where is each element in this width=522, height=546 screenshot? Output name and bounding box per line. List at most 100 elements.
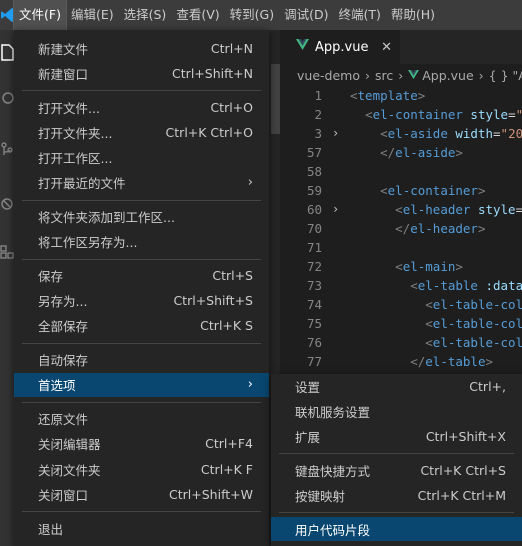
menu-item-shortcut: Ctrl+Shift+S [173, 293, 253, 309]
menu-item[interactable]: 全部保存 Ctrl+K S [14, 314, 269, 338]
code-text: <el-table :data [410, 278, 522, 293]
menu-item[interactable]: 将工作区另存为... [14, 230, 269, 254]
search-icon[interactable] [0, 88, 14, 112]
code-line: 57 </el-aside> [280, 143, 522, 162]
menu-item[interactable]: 关闭窗口 Ctrl+Shift+W [14, 482, 269, 506]
code-line: 74 <el-table-col [280, 295, 522, 314]
menu-scrollbar[interactable] [271, 64, 280, 134]
menu-item[interactable]: 按键映射 Ctrl+K Ctrl+M [271, 483, 522, 507]
menubar-item[interactable]: 查看(V) [171, 0, 224, 30]
line-number: 72 [306, 259, 322, 274]
menu-item[interactable]: 另存为... Ctrl+Shift+S [14, 289, 269, 313]
fold-chevron-icon[interactable]: › [332, 124, 342, 143]
activity-bar [0, 30, 14, 546]
line-number: 75 [306, 316, 322, 331]
breadcrumb-item[interactable]: src [375, 68, 393, 83]
code-text: <el-container> [380, 183, 486, 198]
line-number: 74 [306, 297, 322, 312]
menu-item-shortcut: Ctrl+S [212, 267, 253, 283]
fold-chevron-icon[interactable]: › [332, 200, 342, 219]
file-menu: 新建文件 Ctrl+N 新建窗口 Ctrl+Shift+N 打开文件... Ctrl+O 打… [14, 30, 269, 546]
menu-item-shortcut: Ctrl+, [469, 378, 506, 394]
menu-item-label: 保存 [38, 268, 64, 284]
menu-separator [22, 90, 261, 92]
vscode-logo-icon [0, 0, 14, 30]
line-number: 76 [306, 335, 322, 350]
menu-item[interactable]: 关闭编辑器 Ctrl+F4 [14, 432, 269, 456]
breadcrumb-item[interactable]: vue-demo [297, 68, 360, 83]
menu-item[interactable]: 联机服务设置 [271, 399, 522, 423]
menu-item-label: 设置 [295, 379, 321, 395]
breadcrumb-item[interactable]: App.vue [422, 68, 473, 83]
menu-item[interactable]: 设置 Ctrl+, [271, 374, 522, 398]
code-line: 77 </el-table> [280, 352, 522, 371]
menu-item-label: 打开工作区... [38, 150, 113, 166]
line-number: 77 [306, 354, 322, 369]
menu-item[interactable]: 自动保存 [14, 348, 269, 372]
menu-item-label: 自动保存 [38, 353, 89, 369]
code-line: 70 </el-header> [280, 219, 522, 238]
menu-item[interactable]: 新建窗口 Ctrl+Shift+N [14, 61, 269, 85]
menu-item[interactable]: 键盘快捷方式 Ctrl+K Ctrl+S [271, 458, 522, 482]
debug-icon[interactable] [0, 192, 14, 216]
menu-item-label: 按键映射 [295, 488, 346, 504]
menubar-item[interactable]: 编辑(E) [66, 0, 119, 30]
menu-item[interactable]: 打开最近的文件 › [14, 171, 269, 195]
line-number: 59 [306, 183, 322, 198]
menu-item-label: 将工作区另存为... [38, 235, 138, 251]
menu-item-label: 另存为... [38, 294, 88, 310]
menu-item-label: 还原文件 [38, 412, 89, 428]
menu-item[interactable]: 首选项 › [14, 372, 269, 397]
tab-app-vue[interactable]: App.vue ✕ [280, 30, 400, 64]
line-number: 1 [314, 88, 322, 103]
menu-item-label: 用户代码片段 [295, 522, 371, 538]
menubar-item[interactable]: 选择(S) [119, 0, 172, 30]
menu-item[interactable]: 关闭文件夹 Ctrl+K F [14, 457, 269, 481]
menu-item-shortcut: Ctrl+K Ctrl+M [417, 487, 506, 503]
tab-label: App.vue [315, 39, 369, 55]
menu-item-label: 关闭文件夹 [38, 462, 101, 478]
code-line: 59 <el-container> [280, 181, 522, 200]
menu-item-shortcut: Ctrl+Shift+W [169, 486, 253, 502]
breadcrumb-item[interactable]: { } "A [489, 68, 522, 83]
menu-item[interactable]: 新建文件 Ctrl+N [14, 36, 269, 60]
menu-item[interactable]: 将文件夹添加到工作区... [14, 204, 269, 228]
menu-item-shortcut: Ctrl+K S [200, 318, 253, 334]
menu-item[interactable]: 扩展 Ctrl+Shift+X [271, 424, 522, 448]
chevron-right-icon: › [478, 67, 484, 83]
code-line: 3 › <el-aside width="20 [280, 124, 522, 143]
code-line: 2 <el-container style=" [280, 105, 522, 124]
line-number: 60 [306, 202, 322, 217]
line-number: 58 [306, 164, 322, 179]
menu-item[interactable]: 还原文件 [14, 407, 269, 431]
menubar-item[interactable]: 帮助(H) [386, 0, 440, 30]
extensions-icon[interactable] [0, 240, 14, 264]
menu-separator [22, 401, 261, 403]
menu-separator [22, 199, 261, 201]
menu-item-label: 扩展 [295, 429, 321, 445]
menu-item-shortcut: Ctrl+K F [200, 461, 253, 477]
source-control-icon[interactable] [0, 138, 14, 162]
menu-item[interactable]: 退出 [14, 516, 269, 540]
close-icon[interactable]: ✕ [381, 40, 392, 55]
code-text: <el-main> [395, 259, 463, 274]
code-text: <el-table-col [425, 335, 522, 350]
menu-item-label: 新建窗口 [38, 66, 89, 82]
line-number: 73 [306, 278, 322, 293]
menu-item[interactable]: 打开文件... Ctrl+O [14, 95, 269, 119]
chevron-right-icon: › [398, 67, 404, 83]
menubar-item[interactable]: 终端(T) [333, 0, 385, 30]
menu-item[interactable]: 打开工作区... [14, 145, 269, 169]
chevron-right-icon: › [247, 377, 253, 393]
menu-item[interactable]: 用户代码片段 [271, 517, 522, 541]
code-text: </el-header> [395, 221, 486, 236]
menubar-item[interactable]: 文件(F) [13, 0, 67, 31]
menu-item-label: 打开最近的文件 [38, 176, 126, 192]
line-number: 70 [306, 221, 322, 236]
menubar-item[interactable]: 转到(G) [225, 0, 279, 30]
menu-item[interactable]: 保存 Ctrl+S [14, 263, 269, 287]
line-number: 71 [306, 240, 322, 255]
menu-item[interactable]: 打开文件夹... Ctrl+K Ctrl+O [14, 120, 269, 144]
files-icon[interactable] [0, 40, 14, 64]
menubar-item[interactable]: 调试(D) [279, 0, 333, 30]
